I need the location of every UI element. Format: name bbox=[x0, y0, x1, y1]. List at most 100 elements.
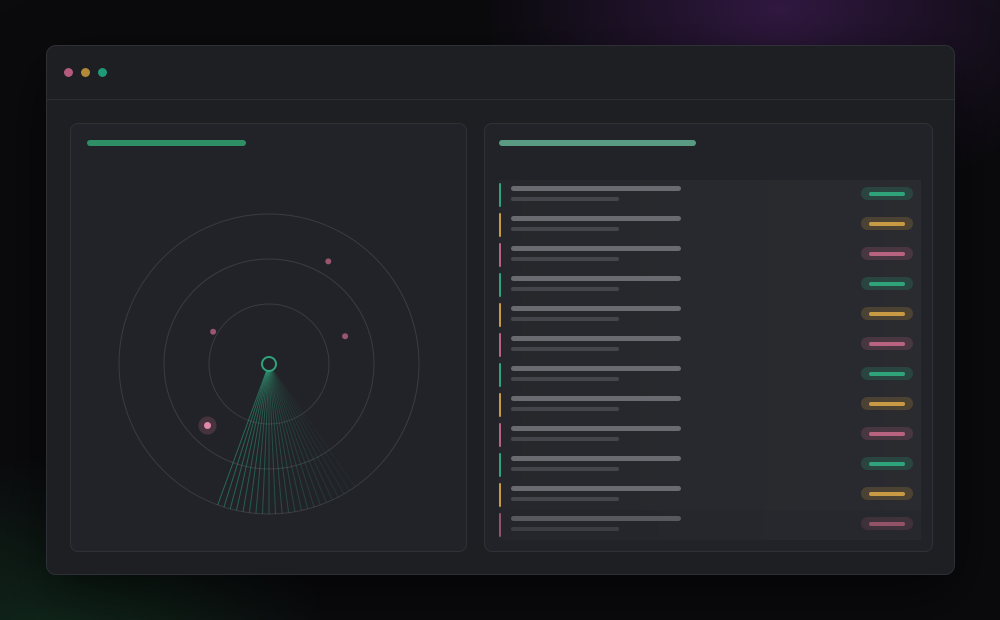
list-item[interactable] bbox=[499, 300, 921, 330]
radar-blip[interactable] bbox=[204, 422, 211, 429]
list-item-title-placeholder bbox=[511, 486, 681, 491]
status-badge bbox=[861, 277, 913, 290]
status-badge bbox=[861, 367, 913, 380]
list-item[interactable] bbox=[499, 240, 921, 270]
status-badge bbox=[861, 427, 913, 440]
status-badge-fill bbox=[869, 491, 905, 496]
radar-blip[interactable] bbox=[210, 328, 217, 335]
list-item-title-placeholder bbox=[511, 216, 681, 221]
list-item-text-placeholder bbox=[511, 426, 681, 441]
status-badge bbox=[861, 517, 913, 530]
app-window bbox=[46, 45, 955, 575]
list-item-status-accent bbox=[499, 513, 501, 537]
list-item-subtitle-placeholder bbox=[511, 317, 619, 321]
list-item-status-accent bbox=[499, 453, 501, 477]
list-item-status-accent bbox=[499, 393, 501, 417]
list-item-title-placeholder bbox=[511, 306, 681, 311]
status-badge-fill bbox=[869, 221, 905, 226]
list-item-status-accent bbox=[499, 303, 501, 327]
list-item-text-placeholder bbox=[511, 186, 681, 201]
list-item[interactable] bbox=[499, 450, 921, 480]
status-badge bbox=[861, 247, 913, 260]
list-item-status-accent bbox=[499, 243, 501, 267]
radar-display bbox=[118, 213, 420, 515]
list-item-subtitle-placeholder bbox=[511, 287, 619, 291]
list-item-subtitle-placeholder bbox=[511, 377, 619, 381]
minimize-window-button[interactable] bbox=[81, 68, 90, 77]
list-item-text-placeholder bbox=[511, 246, 681, 261]
radar-sweep-line bbox=[268, 363, 333, 501]
list-item-title-placeholder bbox=[511, 276, 681, 281]
list-item[interactable] bbox=[499, 420, 921, 450]
status-badge bbox=[861, 457, 913, 470]
list-item-text-placeholder bbox=[511, 336, 681, 351]
list-item[interactable] bbox=[499, 510, 921, 540]
status-badge bbox=[861, 397, 913, 410]
list-item-text-placeholder bbox=[511, 276, 681, 291]
status-badge-fill bbox=[869, 401, 905, 406]
status-badge bbox=[861, 337, 913, 350]
list-item-text-placeholder bbox=[511, 486, 681, 501]
list-item-text-placeholder bbox=[511, 366, 681, 381]
list-item-text-placeholder bbox=[511, 216, 681, 231]
list-item[interactable] bbox=[499, 210, 921, 240]
close-window-button[interactable] bbox=[64, 68, 73, 77]
status-list bbox=[499, 180, 921, 540]
list-item[interactable] bbox=[499, 480, 921, 510]
list-item[interactable] bbox=[499, 180, 921, 210]
status-badge-fill bbox=[869, 521, 905, 526]
list-item[interactable] bbox=[499, 330, 921, 360]
list-item-status-accent bbox=[499, 183, 501, 207]
status-badge-fill bbox=[869, 281, 905, 286]
list-item-subtitle-placeholder bbox=[511, 527, 619, 531]
list-item-text-placeholder bbox=[511, 516, 681, 531]
list-item-subtitle-placeholder bbox=[511, 497, 619, 501]
list-item[interactable] bbox=[499, 360, 921, 390]
radar-panel bbox=[70, 123, 467, 552]
list-item-subtitle-placeholder bbox=[511, 227, 619, 231]
list-item-subtitle-placeholder bbox=[511, 347, 619, 351]
list-item-text-placeholder bbox=[511, 456, 681, 471]
list-item[interactable] bbox=[499, 270, 921, 300]
list-item-title-placeholder bbox=[511, 186, 681, 191]
list-item-title-placeholder bbox=[511, 336, 681, 341]
radar-blip[interactable] bbox=[342, 333, 349, 340]
status-badge-fill bbox=[869, 371, 905, 376]
list-item-status-accent bbox=[499, 363, 501, 387]
list-panel bbox=[484, 123, 933, 552]
list-panel-title-placeholder bbox=[499, 140, 696, 146]
status-badge-fill bbox=[869, 191, 905, 196]
list-item-text-placeholder bbox=[511, 306, 681, 321]
status-badge bbox=[861, 307, 913, 320]
status-badge-fill bbox=[869, 251, 905, 256]
list-item-title-placeholder bbox=[511, 396, 681, 401]
radar-sweep bbox=[217, 363, 356, 514]
list-item-status-accent bbox=[499, 273, 501, 297]
list-item-subtitle-placeholder bbox=[511, 467, 619, 471]
list-item-title-placeholder bbox=[511, 246, 681, 251]
list-item[interactable] bbox=[499, 390, 921, 420]
list-item-subtitle-placeholder bbox=[511, 407, 619, 411]
status-badge bbox=[861, 187, 913, 200]
list-item-status-accent bbox=[499, 483, 501, 507]
radar-center-icon bbox=[261, 356, 277, 372]
list-item-title-placeholder bbox=[511, 426, 681, 431]
status-badge-fill bbox=[869, 311, 905, 316]
status-badge-fill bbox=[869, 461, 905, 466]
status-badge bbox=[861, 217, 913, 230]
radar-sweep-line bbox=[217, 363, 270, 506]
title-bar bbox=[47, 46, 954, 100]
list-item-text-placeholder bbox=[511, 396, 681, 411]
radar-sweep-line bbox=[268, 363, 351, 491]
radar-blip[interactable] bbox=[325, 258, 332, 265]
radar-sweep-line bbox=[242, 363, 270, 512]
list-item-subtitle-placeholder bbox=[511, 257, 619, 261]
maximize-window-button[interactable] bbox=[98, 68, 107, 77]
status-badge bbox=[861, 487, 913, 500]
list-item-status-accent bbox=[499, 333, 501, 357]
list-item-status-accent bbox=[499, 423, 501, 447]
list-item-subtitle-placeholder bbox=[511, 197, 619, 201]
list-item-title-placeholder bbox=[511, 366, 681, 371]
radar-sweep-line bbox=[268, 363, 321, 506]
status-badge-fill bbox=[869, 431, 905, 436]
